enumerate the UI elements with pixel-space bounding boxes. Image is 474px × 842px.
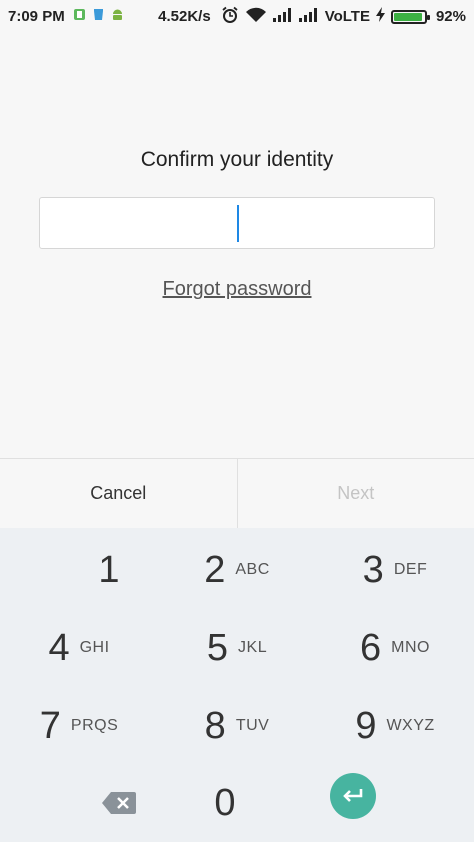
status-time: 7:09 PM [8,8,65,25]
page-title: Confirm your identity [140,148,334,171]
status-bar: 7:09 PM 4.52K/s VoLTE 92% [0,0,474,33]
key-digit: 0 [214,781,236,824]
alarm-icon [221,6,239,28]
key-digit: 4 [48,626,70,669]
forgot-password-link[interactable]: Forgot password [0,278,474,301]
enter-icon [330,773,376,819]
battery-fill [393,12,422,21]
key-8[interactable]: 8 TUV [158,687,316,765]
key-2[interactable]: 2 ABC [158,531,316,609]
battery-icon [390,9,430,24]
cancel-button[interactable]: Cancel [0,459,238,528]
backspace-icon [102,792,136,814]
key-digit: 3 [362,548,384,591]
text-caret [237,205,239,242]
android-icon [111,8,124,25]
key-letters: MNO [391,639,430,656]
signal-icon-2 [298,7,319,26]
action-bar: Cancel Next [0,458,474,528]
notification-blue-icon [92,8,105,25]
network-type: VoLTE [324,8,370,25]
password-input[interactable] [39,197,435,249]
key-digit: 1 [98,548,120,591]
key-5[interactable]: 5 JKL [158,609,316,687]
key-9[interactable]: 9 WXYZ [316,687,474,765]
numeric-keypad: 1 2 ABC 3 DEF 4 GHI 5 JKL 6 MNO 7 PRQS 8… [0,528,474,842]
key-3[interactable]: 3 DEF [316,531,474,609]
next-button[interactable]: Next [238,459,474,528]
key-letters: ABC [235,561,270,578]
charging-icon [375,7,385,26]
key-letters: TUV [235,717,270,734]
key-digit: 8 [204,704,226,747]
key-letters: PRQS [70,717,119,734]
notification-green-icon [73,8,86,25]
key-4[interactable]: 4 GHI [0,609,158,687]
key-7[interactable]: 7 PRQS [0,687,158,765]
key-letters: GHI [79,639,110,656]
battery-percent: 92% [435,8,466,25]
enter-button[interactable] [274,757,432,835]
key-6[interactable]: 6 MNO [316,609,474,687]
key-digit: 2 [204,548,226,591]
key-digit: 5 [206,626,229,669]
key-digit: 6 [360,626,382,669]
key-letters: JKL [238,639,268,656]
key-letters: WXYZ [386,717,435,734]
network-speed: 4.52K/s [158,8,211,25]
key-digit: 9 [355,704,377,747]
signal-icon [272,7,293,26]
wifi-icon [245,7,267,27]
key-digit: 7 [39,704,61,747]
key-letters: DEF [393,561,428,578]
